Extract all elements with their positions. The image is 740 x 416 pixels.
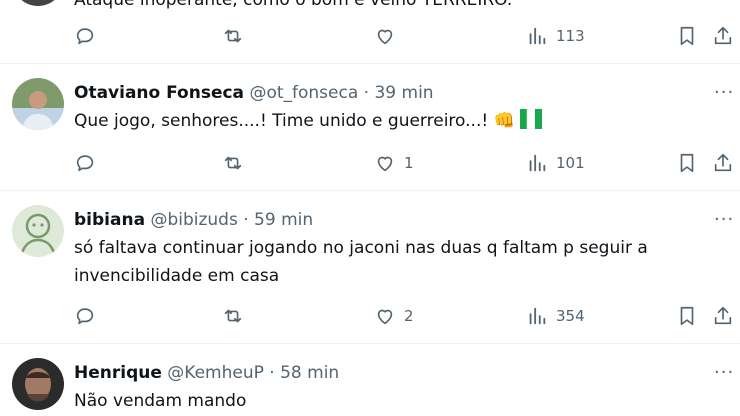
reply-icon: [76, 308, 94, 325]
tweet-reply[interactable]: Otaviano Fonseca @ot_fonseca · 39 min ··…: [0, 64, 740, 190]
views-button[interactable]: 113: [526, 21, 585, 51]
retweet-button[interactable]: [222, 21, 244, 51]
share-button[interactable]: [712, 148, 734, 178]
like-count: 2: [404, 307, 414, 325]
tweet-header: bibiana @bibizuds · 59 min: [74, 210, 313, 230]
heart-icon: [377, 309, 393, 325]
views-button[interactable]: 101: [526, 148, 585, 178]
retweet-button[interactable]: [222, 301, 244, 331]
reply-icon: [76, 28, 94, 45]
share-icon: [714, 153, 732, 172]
share-button[interactable]: [712, 21, 734, 51]
like-count: 1: [404, 154, 414, 172]
views-count: 113: [556, 27, 585, 45]
tweet-text: Não vendam mando: [74, 391, 247, 411]
avatar[interactable]: [12, 205, 64, 257]
tweet-text: Ataque inoperante, como o bom e velho TE…: [74, 0, 513, 10]
like-button[interactable]: [374, 21, 396, 51]
timestamp[interactable]: 58 min: [280, 363, 339, 383]
bookmark-button[interactable]: [676, 301, 698, 331]
like-button[interactable]: 1: [374, 148, 414, 178]
user-handle[interactable]: @ot_fonseca: [249, 83, 358, 103]
avatar[interactable]: [12, 358, 64, 410]
tweet-text: Que jogo, senhores....! Time unido e gue…: [74, 111, 489, 131]
views-button[interactable]: 354: [526, 301, 585, 331]
avatar[interactable]: [12, 78, 64, 130]
more-options-button[interactable]: ···: [714, 362, 734, 383]
flag-icon: [520, 108, 543, 138]
reply-button[interactable]: [74, 148, 96, 178]
user-handle[interactable]: @KemheuP: [167, 363, 264, 383]
timestamp[interactable]: 59 min: [254, 210, 313, 230]
share-icon: [714, 306, 732, 325]
avatar[interactable]: [12, 0, 64, 6]
tweet-header: Henrique @KemheuP · 58 min: [74, 363, 339, 383]
display-name[interactable]: bibiana: [74, 210, 145, 230]
views-icon: [529, 27, 546, 45]
tweet-reply[interactable]: Henrique @KemheuP · 58 min ··· Não venda…: [0, 344, 740, 416]
views-icon: [529, 307, 546, 325]
separator-dot: ·: [363, 83, 370, 103]
bookmark-icon: [680, 306, 694, 326]
heart-icon: [377, 29, 393, 45]
bookmark-button[interactable]: [676, 21, 698, 51]
user-handle[interactable]: @bibizuds: [150, 210, 237, 230]
views-count: 354: [556, 307, 585, 325]
tweet-partial[interactable]: Ataque inoperante, como o bom e velho TE…: [0, 0, 740, 63]
share-button[interactable]: [712, 301, 734, 331]
tweet-reply[interactable]: bibiana @bibizuds · 59 min ··· só faltav…: [0, 191, 740, 343]
retweet-icon: [224, 309, 242, 323]
retweet-button[interactable]: [222, 148, 244, 178]
views-count: 101: [556, 154, 585, 172]
separator-dot: ·: [269, 363, 275, 383]
heart-icon: [377, 156, 393, 172]
more-options-button[interactable]: ···: [714, 209, 734, 230]
bookmark-button[interactable]: [676, 148, 698, 178]
separator-dot: ·: [243, 210, 249, 230]
display-name[interactable]: Henrique: [74, 363, 162, 383]
tweet-text: só faltava continuar jogando no jaconi n…: [74, 238, 648, 286]
reply-button[interactable]: [74, 21, 96, 51]
fist-emoji: 👊: [493, 111, 515, 131]
retweet-icon: [224, 29, 242, 43]
tweet-text-wrap: Que jogo, senhores....! Time unido e gue…: [74, 107, 724, 138]
reply-button[interactable]: [74, 301, 96, 331]
bookmark-icon: [680, 153, 694, 173]
like-button[interactable]: 2: [374, 301, 414, 331]
more-options-button[interactable]: ···: [714, 82, 734, 103]
tweet-header: Otaviano Fonseca @ot_fonseca · 39 min: [74, 83, 434, 103]
reply-icon: [76, 155, 94, 172]
share-icon: [714, 26, 732, 45]
timestamp[interactable]: 39 min: [374, 83, 433, 103]
views-icon: [529, 154, 546, 172]
retweet-icon: [224, 156, 242, 170]
display-name[interactable]: Otaviano Fonseca: [74, 83, 244, 103]
bookmark-icon: [680, 26, 694, 46]
